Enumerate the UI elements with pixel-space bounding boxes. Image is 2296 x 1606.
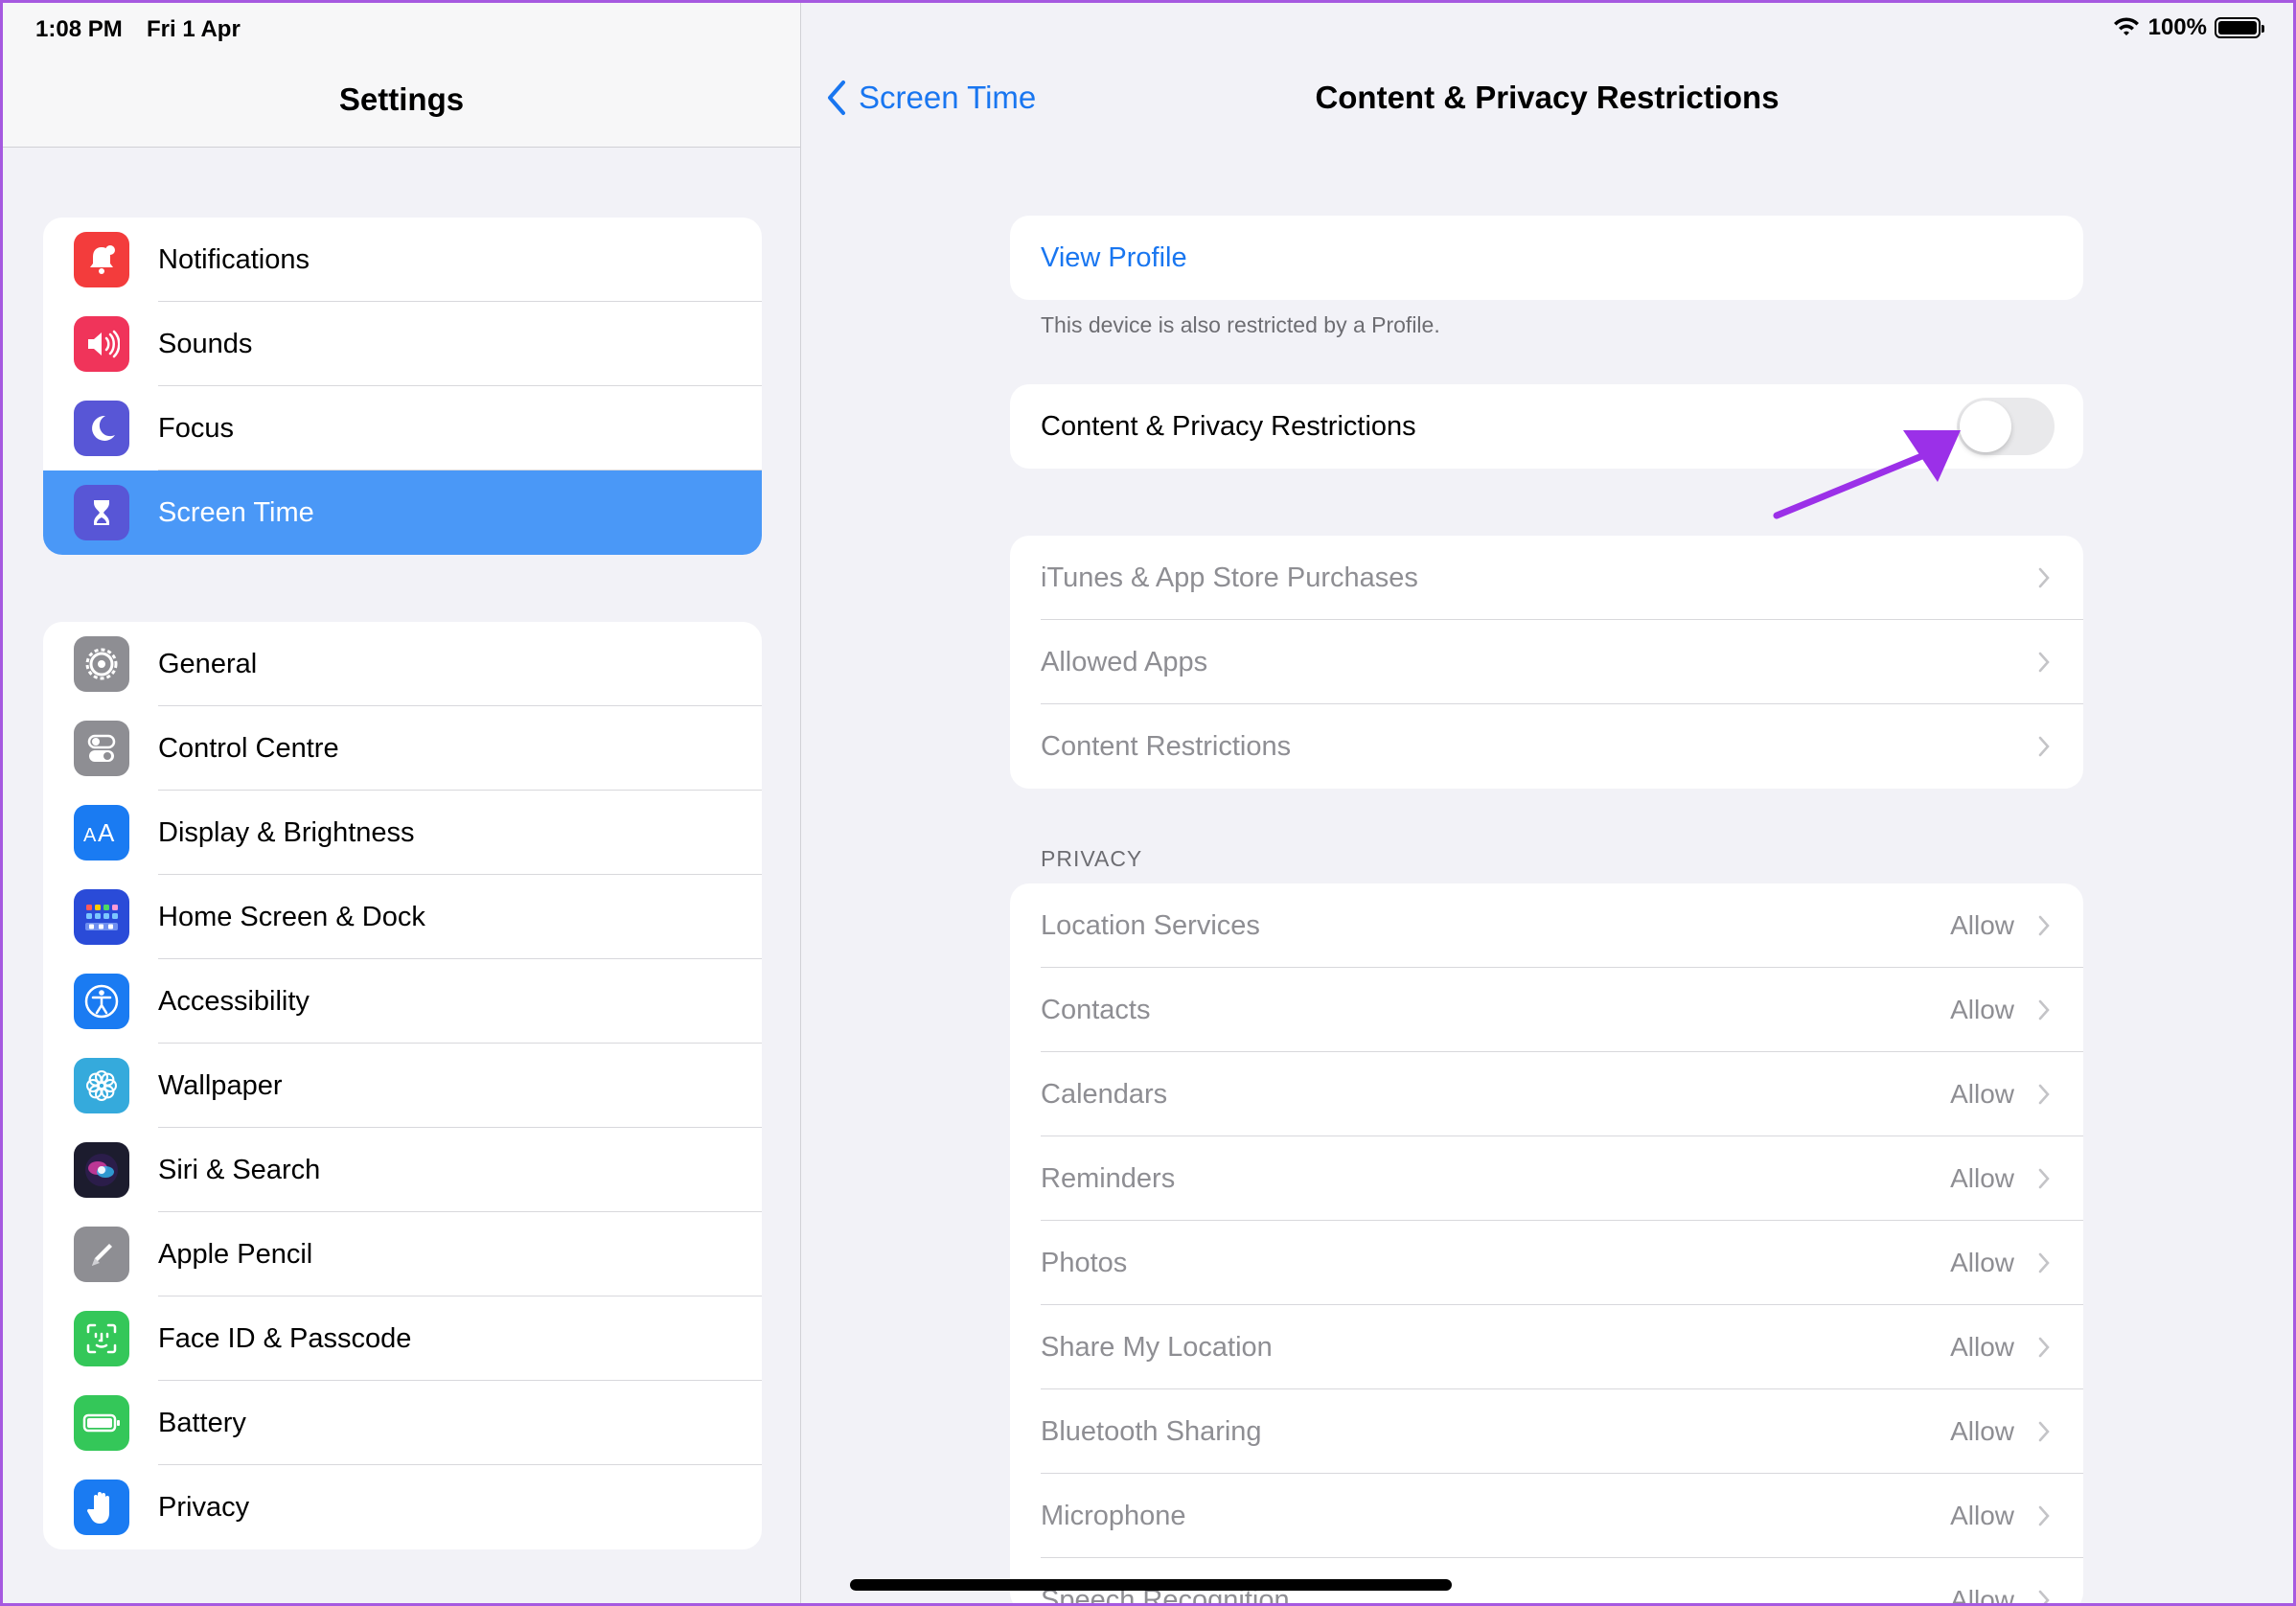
text-size-icon: AA (74, 805, 129, 860)
arrow-head (1903, 430, 1961, 482)
pencil-icon (74, 1227, 129, 1282)
status-date: Fri 1 Apr (147, 16, 241, 42)
bell-icon (74, 232, 129, 287)
sidebar-item-label: Wallpaper (158, 1069, 283, 1101)
sidebar-item-siri-search[interactable]: Siri & Search (43, 1128, 762, 1212)
speaker-icon (74, 316, 129, 372)
grid-icon (74, 889, 129, 945)
hourglass-icon (74, 485, 129, 540)
gear-icon (74, 636, 129, 692)
status-time: 1:08 PM (35, 16, 123, 42)
sidebar-item-label: General (158, 648, 258, 679)
sidebar-item-label: Face ID & Passcode (158, 1322, 412, 1354)
sidebar-item-label: Apple Pencil (158, 1238, 313, 1270)
arrow-shaft (1773, 451, 1928, 519)
home-indicator[interactable] (850, 1579, 1452, 1591)
sidebar-item-face-id-passcode[interactable]: Face ID & Passcode (43, 1296, 762, 1381)
sidebar-item-label: Accessibility (158, 985, 310, 1017)
sidebar-title: Settings (338, 81, 465, 117)
toggles-icon (74, 721, 129, 776)
sidebar-item-label: Sounds (158, 328, 253, 359)
sidebar-item-privacy[interactable]: Privacy (43, 1465, 762, 1549)
settings-sidebar: 1:08 PM Fri 1 Apr Settings Notifications… (3, 3, 801, 1603)
sidebar-item-label: Screen Time (158, 496, 314, 528)
sidebar-item-accessibility[interactable]: Accessibility (43, 959, 762, 1044)
sidebar-item-label: Home Screen & Dock (158, 901, 425, 932)
sidebar-item-label: Battery (158, 1407, 246, 1438)
sidebar-item-label: Siri & Search (158, 1154, 321, 1185)
sidebar-header: 1:08 PM Fri 1 Apr Settings (3, 3, 800, 148)
sidebar-item-label: Privacy (158, 1491, 250, 1523)
annotation-arrow (1773, 430, 1961, 519)
hand-icon (74, 1480, 129, 1535)
sidebar-item-label: Control Centre (158, 732, 339, 764)
face-id-icon (74, 1311, 129, 1366)
battery-icon (74, 1395, 129, 1451)
sidebar-item-home-screen-dock[interactable]: Home Screen & Dock (43, 875, 762, 959)
moon-icon (74, 401, 129, 456)
sidebar-item-control-centre[interactable]: Control Centre (43, 706, 762, 791)
sidebar-item-wallpaper[interactable]: Wallpaper (43, 1044, 762, 1128)
sidebar-item-general[interactable]: General (43, 622, 762, 706)
detail-pane: 100% Content & Privacy Restrictions Scre… (801, 3, 2293, 1603)
sidebar-item-label: Display & Brightness (158, 816, 415, 848)
screen-frame: 1:08 PM Fri 1 Apr Settings Notifications… (0, 0, 2296, 1606)
sidebar-item-display-brightness[interactable]: AA Display & Brightness (43, 791, 762, 875)
svg-text:A: A (83, 825, 97, 846)
sidebar-item-notifications[interactable]: Notifications (43, 218, 762, 302)
sidebar-item-sounds[interactable]: Sounds (43, 302, 762, 386)
sidebar-item-screen-time[interactable]: Screen Time (43, 470, 762, 555)
sidebar-item-focus[interactable]: Focus (43, 386, 762, 470)
settings-group-2: General Control Centre AA Display & Brig… (43, 622, 762, 1549)
svg-text:A: A (98, 818, 115, 847)
sidebar-item-battery[interactable]: Battery (43, 1381, 762, 1465)
settings-group-1: Notifications Sounds Focus Screen Time (43, 218, 762, 555)
sidebar-item-label: Notifications (158, 243, 310, 275)
sidebar-item-apple-pencil[interactable]: Apple Pencil (43, 1212, 762, 1296)
flower-icon (74, 1058, 129, 1113)
sidebar-item-label: Focus (158, 412, 234, 444)
siri-icon (74, 1142, 129, 1198)
accessibility-icon (74, 974, 129, 1029)
